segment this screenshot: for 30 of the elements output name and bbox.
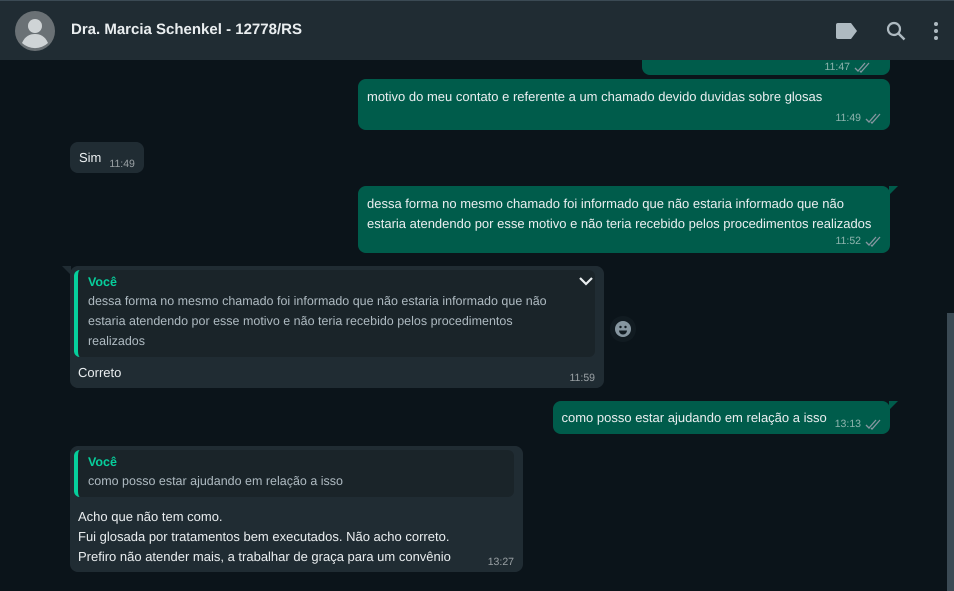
message-time: 11:47 (824, 60, 850, 74)
scrollbar[interactable] (947, 313, 954, 591)
message-time: 11:59 (570, 371, 595, 385)
message-text: Prefiro não atender mais, a trabalhar de graça para um convênio (78, 548, 452, 566)
quote-author: Você (88, 274, 118, 291)
quote-text: dessa forma no mesmo chamado foi informado que não estaria informado que não estaria atendendo por esse motivo e não teria recebido pelos procedimentos realizados (88, 293, 548, 350)
chevron-down-icon[interactable] (578, 276, 594, 286)
search-icon[interactable] (886, 20, 906, 40)
menu-icon[interactable] (934, 22, 938, 40)
message-text: dessa forma no mesmo chamado foi informado que não estaria informado que não estaria atendendo por esse motivo e não teria recebido pelos procedimentos realizados (367, 195, 872, 233)
quoted-message[interactable]: Você como posso estar ajudando em relação a isso (74, 450, 514, 497)
label-icon[interactable] (836, 22, 858, 38)
message-text: Correto (78, 364, 122, 382)
contact-name: Dra. Marcia Schenkel - 12778/RS (71, 20, 303, 40)
quote-text: como posso estar ajudando em relação a isso (88, 473, 344, 490)
message-text: Acho que não tem como. (78, 508, 224, 526)
message-text: Sim (79, 149, 102, 167)
avatar-icon[interactable] (15, 10, 55, 50)
message-time: 11:49 (109, 157, 135, 171)
message-time: 13:13 (834, 417, 861, 431)
message-text: como posso estar ajudando em relação a isso (562, 409, 827, 427)
emoji-button[interactable] (610, 316, 636, 342)
message-time: 13:27 (488, 555, 514, 569)
quote-author: Você (88, 454, 118, 471)
message-time: 11:49 (836, 111, 861, 125)
message-text: motivo do meu contato e referente a um chamado devido duvidas sobre glosas (367, 88, 824, 106)
quoted-message[interactable]: Você dessa forma no mesmo chamado foi informado que não estaria informado que não estaria atendendo por esse motivo e não teria recebido pelos procedimentos realizados (74, 270, 595, 357)
message-text: Fui glosada por tratamentos bem executados. Não acho correto. (78, 528, 450, 546)
message-time: 11:52 (836, 234, 861, 248)
smiley-icon (615, 321, 631, 337)
